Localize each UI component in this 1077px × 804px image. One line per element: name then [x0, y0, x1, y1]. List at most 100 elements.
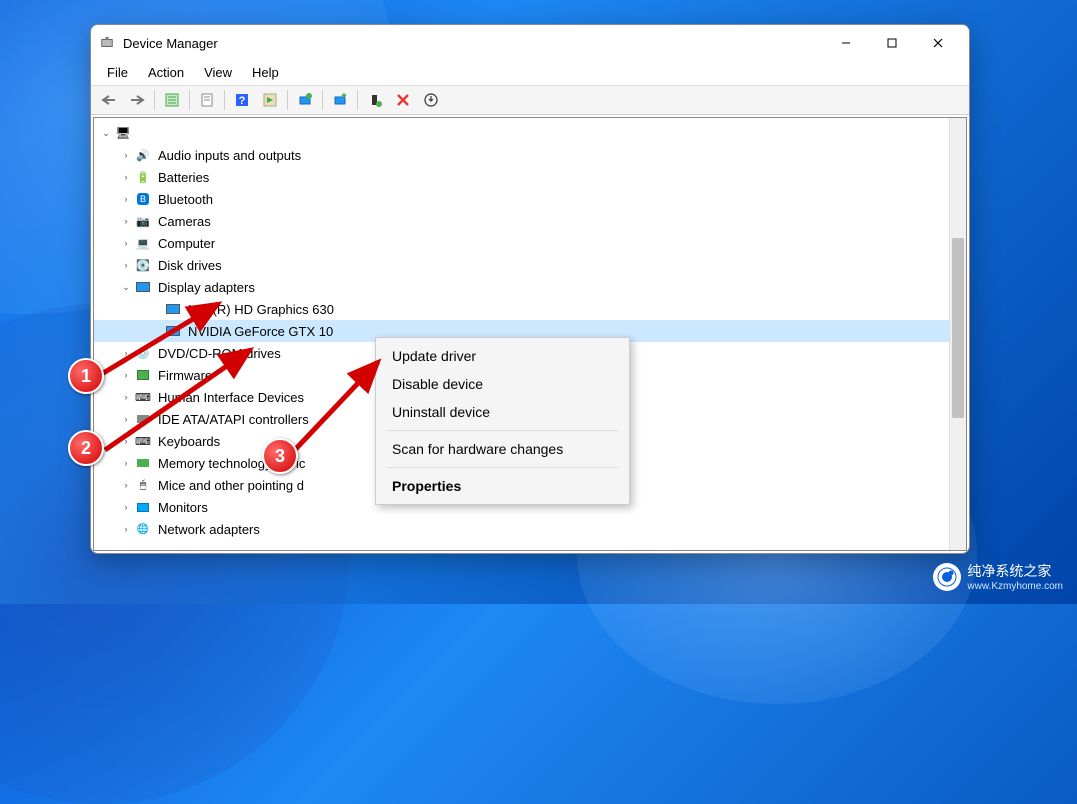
expander-icon[interactable]: › — [118, 169, 134, 185]
close-button[interactable] — [915, 27, 961, 59]
ctx-uninstall-device[interactable]: Uninstall device — [378, 398, 627, 426]
node-label: Human Interface Devices — [156, 389, 306, 406]
dvd-icon — [134, 345, 152, 361]
forward-button[interactable] — [124, 88, 150, 112]
expander-icon[interactable]: › — [118, 235, 134, 251]
back-button[interactable] — [96, 88, 122, 112]
node-label: Disk drives — [156, 257, 224, 274]
maximize-button[interactable] — [869, 27, 915, 59]
node-label: Keyboards — [156, 433, 222, 450]
expander-icon[interactable]: › — [118, 367, 134, 383]
tree-node-network[interactable]: › Network adapters — [94, 518, 966, 540]
annotation-3: 3 — [262, 438, 298, 474]
node-label: Bluetooth — [156, 191, 215, 208]
tree-node-disk[interactable]: › Disk drives — [94, 254, 966, 276]
disable-button[interactable] — [390, 88, 416, 112]
watermark-icon — [933, 563, 961, 591]
watermark-url: www.Kzmyhome.com — [967, 581, 1063, 592]
audio-icon — [134, 147, 152, 163]
app-icon — [99, 35, 115, 51]
tree-node-batteries[interactable]: › Batteries — [94, 166, 966, 188]
window-title: Device Manager — [123, 36, 823, 51]
expander-icon[interactable]: › — [118, 521, 134, 537]
node-label — [136, 132, 140, 134]
toolbar: ? — [91, 85, 969, 115]
ctx-disable-device[interactable]: Disable device — [378, 370, 627, 398]
menu-help[interactable]: Help — [242, 63, 289, 82]
annotation-1: 1 — [68, 358, 104, 394]
scan-hardware-button[interactable] — [292, 88, 318, 112]
node-label: Monitors — [156, 499, 210, 516]
ctx-update-driver[interactable]: Update driver — [378, 342, 627, 370]
menu-file[interactable]: File — [97, 63, 138, 82]
expander-icon[interactable]: › — [118, 147, 134, 163]
tree-node-computer[interactable]: › Computer — [94, 232, 966, 254]
ctx-scan-hardware[interactable]: Scan for hardware changes — [378, 435, 627, 463]
node-label: Computer — [156, 235, 217, 252]
expander-icon[interactable]: › — [118, 389, 134, 405]
ide-icon — [134, 411, 152, 427]
context-menu: Update driver Disable device Uninstall d… — [375, 337, 630, 505]
expander-icon[interactable]: ⌄ — [98, 125, 114, 141]
node-label: IDE ATA/ATAPI controllers — [156, 411, 311, 428]
tree-node-display-adapters[interactable]: ⌄ Display adapters — [94, 276, 966, 298]
scrollbar-thumb[interactable] — [952, 238, 964, 418]
expander-icon[interactable]: › — [118, 257, 134, 273]
tree-node-bluetooth[interactable]: › B Bluetooth — [94, 188, 966, 210]
tree-node-root[interactable]: ⌄ — [94, 122, 966, 144]
firmware-icon — [134, 367, 152, 383]
expander-icon[interactable]: › — [118, 345, 134, 361]
node-label: Mice and other pointing d — [156, 477, 306, 494]
menu-view[interactable]: View — [194, 63, 242, 82]
titlebar: Device Manager — [91, 25, 969, 61]
tree-node-cameras[interactable]: › Cameras — [94, 210, 966, 232]
display-icon — [164, 323, 182, 339]
action-button[interactable] — [257, 88, 283, 112]
battery-icon — [134, 169, 152, 185]
vertical-scrollbar[interactable] — [949, 118, 966, 550]
tree-node-audio[interactable]: › Audio inputs and outputs — [94, 144, 966, 166]
expander-icon[interactable]: › — [118, 455, 134, 471]
expander-icon[interactable]: › — [118, 499, 134, 515]
expander-icon[interactable]: ⌄ — [118, 279, 134, 295]
minimize-button[interactable] — [823, 27, 869, 59]
monitor-icon — [134, 499, 152, 515]
separator — [386, 430, 619, 431]
update-driver-button[interactable] — [327, 88, 353, 112]
mouse-icon — [134, 477, 152, 493]
expander-icon[interactable]: › — [118, 411, 134, 427]
expander-icon[interactable]: › — [118, 477, 134, 493]
hid-icon — [134, 389, 152, 405]
node-label: Intel(R) HD Graphics 630 — [186, 301, 336, 318]
annotation-2: 2 — [68, 430, 104, 466]
keyboard-icon — [134, 433, 152, 449]
bluetooth-icon: B — [134, 191, 152, 207]
expander-icon[interactable]: › — [118, 191, 134, 207]
node-label: Audio inputs and outputs — [156, 147, 303, 164]
computer-category-icon — [134, 235, 152, 251]
camera-icon — [134, 213, 152, 229]
tree-node-intel-hd[interactable]: Intel(R) HD Graphics 630 — [94, 298, 966, 320]
menu-action[interactable]: Action — [138, 63, 194, 82]
node-label: Firmware — [156, 367, 214, 384]
uninstall-button[interactable] — [362, 88, 388, 112]
properties-button[interactable] — [194, 88, 220, 112]
node-label: DVD/CD-ROM drives — [156, 345, 283, 362]
display-icon — [134, 279, 152, 295]
disk-icon — [134, 257, 152, 273]
enable-button[interactable] — [418, 88, 444, 112]
network-icon — [134, 521, 152, 537]
menubar: File Action View Help — [91, 61, 969, 85]
help-button[interactable]: ? — [229, 88, 255, 112]
ctx-properties[interactable]: Properties — [378, 472, 627, 500]
expander-icon[interactable]: › — [118, 433, 134, 449]
show-hide-tree-button[interactable] — [159, 88, 185, 112]
node-label: Network adapters — [156, 521, 262, 538]
node-label: NVIDIA GeForce GTX 10 — [186, 323, 335, 340]
computer-icon — [114, 125, 132, 141]
separator — [386, 467, 619, 468]
node-label: Display adapters — [156, 279, 257, 296]
display-icon — [164, 301, 182, 317]
node-label: Batteries — [156, 169, 211, 186]
expander-icon[interactable]: › — [118, 213, 134, 229]
